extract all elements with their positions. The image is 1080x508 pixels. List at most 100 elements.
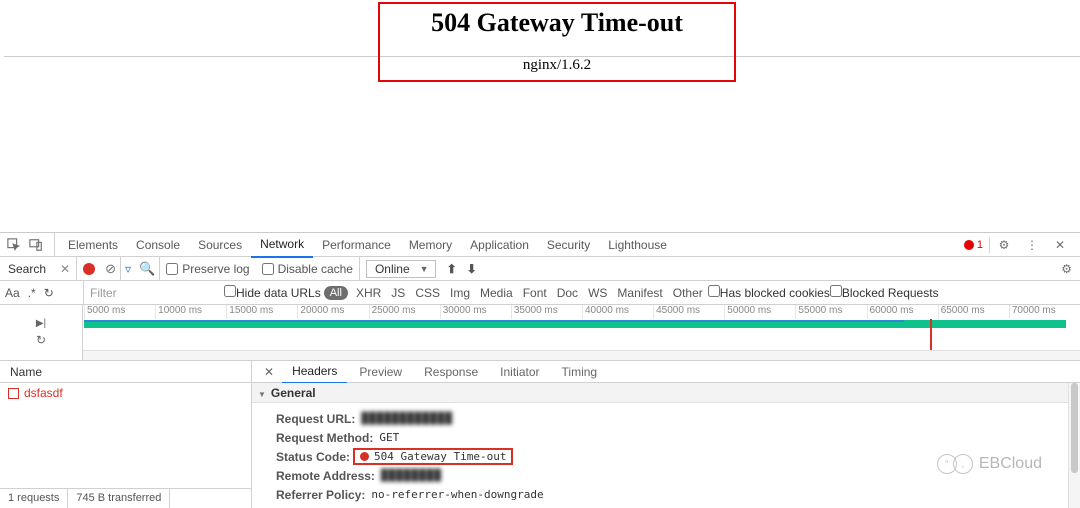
devtools-tabbar: Elements Console Sources Network Perform…	[0, 233, 1080, 257]
field-status-code: Status Code:504 Gateway Time-out	[276, 447, 1080, 466]
devtools-close-icon[interactable]: ✕	[1052, 237, 1068, 253]
tab-security[interactable]: Security	[538, 233, 599, 257]
refresh-icon[interactable]: ↻	[44, 286, 54, 300]
error-title: 504 Gateway Time-out	[380, 4, 734, 48]
timeline-left-gutter: ▶| ↻	[0, 305, 83, 360]
filter-type-manifest[interactable]: Manifest	[612, 286, 667, 300]
tab-performance[interactable]: Performance	[313, 233, 400, 257]
field-request-url: Request URL:████████████	[276, 409, 1080, 428]
record-button-icon[interactable]	[83, 263, 95, 275]
timeline-tick: 10000 ms	[155, 305, 226, 319]
filter-funnel-icon[interactable]: ▿	[121, 262, 135, 276]
timeline-tick: 40000 ms	[582, 305, 653, 319]
detail-tab-preview[interactable]: Preview	[349, 361, 412, 383]
clear-icon[interactable]: ⊘	[101, 261, 120, 277]
filter-type-media[interactable]: Media	[475, 286, 518, 300]
detail-scrollbar[interactable]	[1068, 383, 1080, 508]
field-request-method: Request Method:GET	[276, 428, 1080, 447]
error-server: nginx/1.6.2	[380, 48, 734, 80]
throttling-select[interactable]: Online▼	[366, 260, 436, 278]
download-icon[interactable]: ⬇	[462, 262, 482, 276]
hide-data-urls-checkbox[interactable]: Hide data URLs	[224, 285, 321, 300]
timeline-tick: 65000 ms	[938, 305, 1009, 319]
timeline-tick: 70000 ms	[1009, 305, 1080, 319]
request-summary-footer: 1 requests 745 B transferred	[0, 488, 251, 508]
upload-icon[interactable]: ⬆	[442, 262, 462, 276]
devtools-panel: Elements Console Sources Network Perform…	[0, 232, 1080, 508]
device-toolbar-icon[interactable]	[28, 237, 44, 253]
inspect-icon[interactable]	[6, 237, 22, 253]
filter-type-xhr[interactable]: XHR	[351, 286, 386, 300]
filter-type-css[interactable]: CSS	[410, 286, 445, 300]
filter-type-font[interactable]: Font	[518, 286, 552, 300]
detail-tab-initiator[interactable]: Initiator	[490, 361, 549, 383]
filter-all[interactable]: All	[324, 286, 348, 300]
search-divider-1	[76, 257, 77, 280]
more-vert-icon[interactable]: ⋮	[1024, 237, 1040, 253]
timeline-tick: 5000 ms	[84, 305, 155, 319]
tab-sources[interactable]: Sources	[189, 233, 251, 257]
has-blocked-cookies-checkbox[interactable]: Has blocked cookies	[708, 285, 830, 300]
tab-lighthouse[interactable]: Lighthouse	[599, 233, 676, 257]
status-dot-icon	[360, 452, 369, 461]
timeline-ticks: 5000 ms10000 ms15000 ms20000 ms25000 ms3…	[84, 305, 1080, 319]
detail-tabbar: ✕ Headers Preview Response Initiator Tim…	[252, 361, 1080, 383]
request-detail-pane: ✕ Headers Preview Response Initiator Tim…	[252, 361, 1080, 508]
detail-tab-headers[interactable]: Headers	[282, 360, 347, 384]
summary-requests: 1 requests	[0, 489, 68, 508]
collapse-icon[interactable]: ▶|	[36, 318, 46, 329]
timeline-tick: 60000 ms	[867, 305, 938, 319]
error-highlight-box: 504 Gateway Time-out nginx/1.6.2	[378, 2, 736, 82]
disable-cache-checkbox[interactable]: Disable cache	[256, 262, 359, 276]
timeline-tick: 20000 ms	[297, 305, 368, 319]
blocked-requests-label: Blocked Requests	[842, 286, 939, 300]
timeline-load-marker	[930, 319, 932, 350]
request-list-header[interactable]: Name	[0, 361, 251, 383]
tab-application[interactable]: Application	[461, 233, 538, 257]
search-close-icon[interactable]: ✕	[54, 262, 76, 276]
tab-console[interactable]: Console	[127, 233, 189, 257]
request-row[interactable]: dsfasdf	[0, 383, 251, 403]
settings-gear-icon[interactable]: ⚙	[996, 237, 1012, 253]
timeline-load-bar	[84, 320, 904, 322]
error-count-badge[interactable]: 1	[964, 239, 983, 251]
scrollbar-thumb[interactable]	[1071, 383, 1078, 473]
detail-close-icon[interactable]: ✕	[258, 365, 280, 379]
timeline-tick: 35000 ms	[511, 305, 582, 319]
preserve-log-checkbox[interactable]: Preserve log	[160, 262, 255, 276]
filter-input[interactable]: Filter	[84, 286, 224, 300]
network-settings-gear-icon[interactable]: ⚙	[1053, 262, 1080, 276]
timeline-tick: 45000 ms	[653, 305, 724, 319]
filter-type-ws[interactable]: WS	[583, 286, 612, 300]
timeline-scrollbar[interactable]	[83, 350, 1080, 360]
search-divider-4	[359, 257, 360, 280]
request-error-icon	[8, 388, 19, 399]
timeline-tick: 50000 ms	[724, 305, 795, 319]
error-count-value: 1	[977, 239, 983, 251]
hide-data-urls-label: Hide data URLs	[236, 286, 321, 300]
field-remote-address: Remote Address:████████	[276, 466, 1080, 485]
tab-network[interactable]: Network	[251, 232, 313, 258]
refresh-small-icon[interactable]: ↻	[36, 333, 46, 347]
tabbar-divider-r	[989, 237, 990, 253]
network-timeline[interactable]: ▶| ↻ 5000 ms10000 ms15000 ms20000 ms2500…	[0, 305, 1080, 361]
tab-memory[interactable]: Memory	[400, 233, 461, 257]
filter-type-img[interactable]: Img	[445, 286, 475, 300]
search-glass-icon[interactable]: 🔍	[135, 261, 159, 277]
tabbar-divider	[54, 233, 55, 256]
blocked-requests-checkbox[interactable]: Blocked Requests	[830, 285, 939, 300]
general-section-header[interactable]: General	[252, 383, 1080, 403]
filter-type-js[interactable]: JS	[386, 286, 410, 300]
timeline-tick: 15000 ms	[226, 305, 297, 319]
detail-tab-response[interactable]: Response	[414, 361, 488, 383]
tab-elements[interactable]: Elements	[59, 233, 127, 257]
has-blocked-cookies-label: Has blocked cookies	[720, 286, 830, 300]
detail-tab-timing[interactable]: Timing	[552, 361, 608, 383]
filter-type-other[interactable]: Other	[668, 286, 708, 300]
match-case-toggle[interactable]: Aa	[5, 286, 20, 300]
disable-cache-label: Disable cache	[278, 262, 353, 276]
regex-toggle[interactable]: .*	[28, 286, 36, 300]
chevron-down-icon: ▼	[420, 264, 429, 274]
preserve-log-label: Preserve log	[182, 262, 249, 276]
filter-type-doc[interactable]: Doc	[552, 286, 583, 300]
